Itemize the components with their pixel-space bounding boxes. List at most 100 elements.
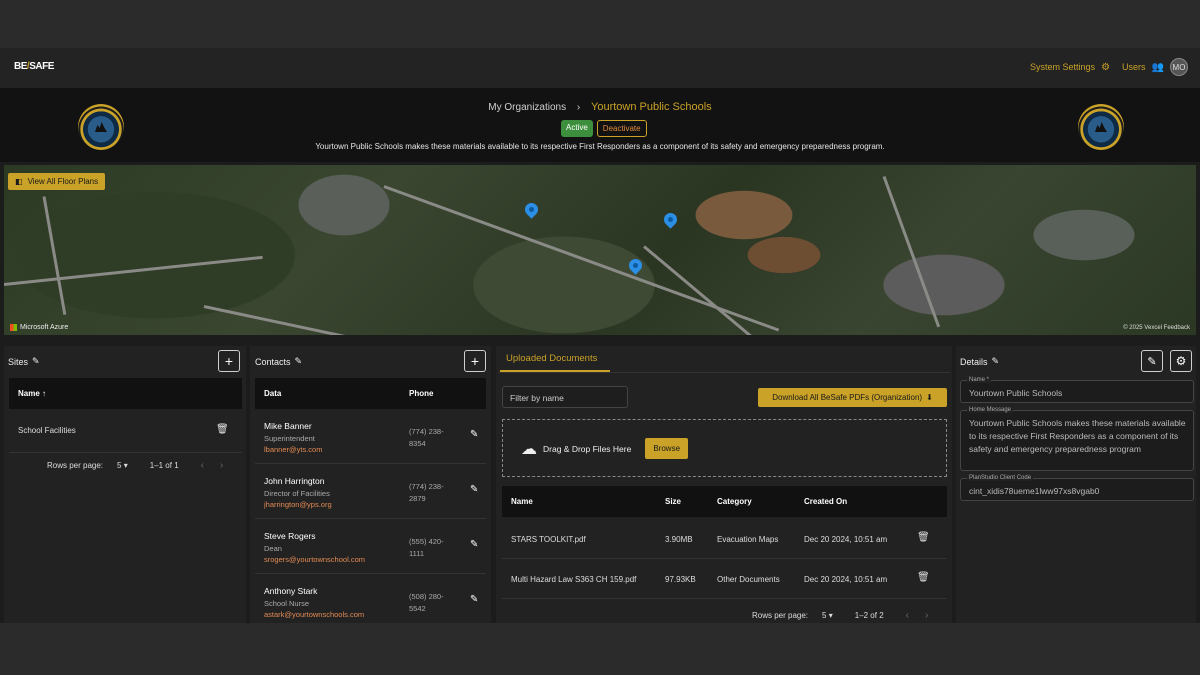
- table-row[interactable]: Multi Hazard Law S363 CH 159.pdf 97.93KB…: [502, 559, 947, 599]
- contact-name: John Harrington: [264, 476, 325, 486]
- users-icon[interactable]: 👥: [1152, 62, 1164, 73]
- rows-per-page-label: Rows per page:: [752, 611, 809, 620]
- pencil-icon[interactable]: ✎: [470, 539, 478, 550]
- app-window: BE/SAFE System Settings ⚙ Users 👥 MO My …: [0, 48, 1200, 623]
- org-message: Yourtown Public Schools makes these mate…: [315, 142, 885, 151]
- name-field-value: Yourtown Public Schools: [969, 388, 1063, 398]
- pencil-icon[interactable]: ✎: [470, 484, 478, 495]
- next-page-icon[interactable]: ›: [925, 610, 928, 621]
- contacts-column-data[interactable]: Data: [264, 389, 281, 398]
- view-all-floor-plans-button[interactable]: ◧ View All Floor Plans: [8, 173, 106, 190]
- breadcrumb: My Organizations › Yourtown Public Schoo…: [0, 101, 1200, 113]
- prev-page-icon[interactable]: ‹: [201, 460, 204, 471]
- table-row[interactable]: Steve Rogers Dean srogers@yourtownschool…: [255, 519, 486, 574]
- pencil-icon[interactable]: ✎: [470, 594, 478, 605]
- add-site-button[interactable]: +: [218, 350, 240, 372]
- documents-column-size[interactable]: Size: [665, 497, 681, 506]
- contacts-title-label: Contacts: [255, 356, 291, 367]
- filter-by-name-input[interactable]: Filter by name: [502, 386, 628, 408]
- rows-per-page-select[interactable]: 5 ▾: [822, 611, 833, 620]
- breadcrumb-my-organizations[interactable]: My Organizations: [488, 102, 566, 113]
- contact-role: School Nurse: [264, 599, 310, 608]
- add-contact-button[interactable]: +: [464, 350, 486, 372]
- deactivate-button[interactable]: Deactivate: [596, 120, 647, 137]
- contact-email[interactable]: lbanner@yts.com: [264, 445, 322, 454]
- site-pin-icon[interactable]: [661, 210, 680, 229]
- trash-icon[interactable]: 🗑: [917, 532, 930, 543]
- drop-text: Drag & Drop Files Here: [543, 443, 632, 454]
- download-all-pdfs-button[interactable]: Download All BeSafe PDFs (Organization) …: [758, 388, 947, 407]
- home-message-field[interactable]: Home Message Yourtown Public Schools mak…: [960, 407, 1194, 471]
- browse-button[interactable]: Browse: [645, 438, 689, 459]
- satellite-map[interactable]: ◧ View All Floor Plans Microsoft Azure ©…: [4, 165, 1196, 335]
- document-created: Dec 20 2024, 10:51 am: [804, 535, 888, 544]
- table-row[interactable]: STARS TOOLKIT.pdf 3.90MB Evacuation Maps…: [502, 519, 947, 559]
- document-category: Evacuation Maps: [717, 535, 779, 544]
- document-name[interactable]: Multi Hazard Law S363 CH 159.pdf: [511, 575, 636, 584]
- pencil-icon[interactable]: ✎: [295, 356, 303, 367]
- pencil-icon[interactable]: ✎: [32, 356, 40, 367]
- sites-panel: Sites ✎ + Name ↑ School Facilities 🗑 Row…: [4, 346, 246, 623]
- breadcrumb-separator: ›: [576, 102, 581, 113]
- rows-per-page-select[interactable]: 5 ▾: [117, 461, 128, 470]
- contact-phone: (508) 280-5542: [409, 592, 444, 613]
- rows-per-page-value: 5: [822, 611, 827, 620]
- documents-column-category[interactable]: Category: [717, 497, 752, 506]
- site-pin-icon[interactable]: [522, 200, 541, 219]
- download-icon: ⬇: [926, 393, 933, 402]
- sites-column-name[interactable]: Name ↑: [18, 389, 46, 398]
- map-road: [4, 255, 263, 286]
- table-row[interactable]: School Facilities 🗑: [9, 409, 242, 453]
- map-road: [203, 305, 381, 335]
- document-created: Dec 20 2024, 10:51 am: [804, 575, 888, 584]
- pencil-icon: ✎: [1147, 355, 1157, 368]
- cloud-upload-icon: ☁: [521, 440, 537, 458]
- details-title: Details ✎: [960, 356, 999, 367]
- status-badge: Active: [561, 120, 593, 137]
- tab-uploaded-documents[interactable]: Uploaded Documents: [506, 353, 597, 364]
- rows-per-page-label: Rows per page:: [47, 461, 104, 470]
- besafe-logo[interactable]: BE/SAFE: [14, 61, 54, 72]
- name-field[interactable]: Name * Yourtown Public Schools: [960, 377, 1194, 403]
- document-size: 97.93KB: [665, 575, 696, 584]
- active-tab-indicator: [500, 370, 610, 372]
- table-row[interactable]: Mike Banner Superintendent lbanner@yts.c…: [255, 409, 486, 464]
- home-message-value: Yourtown Public Schools makes these mate…: [969, 418, 1186, 454]
- table-row[interactable]: John Harrington Director of Facilities j…: [255, 464, 486, 519]
- users-link[interactable]: Users: [1122, 62, 1146, 72]
- details-settings-button[interactable]: ⚙: [1170, 350, 1192, 372]
- documents-pagination: Rows per page: 5 ▾ 1–2 of 2 ‹ ›: [752, 610, 928, 621]
- documents-column-name[interactable]: Name: [511, 497, 533, 506]
- contact-email[interactable]: astark@yourtownschools.com: [264, 610, 364, 619]
- file-dropzone[interactable]: ☁ Drag & Drop Files Here Browse: [502, 419, 947, 477]
- client-code-field[interactable]: PlanStudio Client Code cint_xidis78ueme1…: [960, 475, 1194, 501]
- documents-column-created[interactable]: Created On: [804, 497, 847, 506]
- map-provider-label: Microsoft Azure: [20, 324, 69, 331]
- map-attribution[interactable]: © 2025 Vexcel Feedback: [1123, 325, 1190, 331]
- site-pin-icon[interactable]: [626, 256, 645, 275]
- trash-icon[interactable]: 🗑: [216, 424, 229, 435]
- table-row[interactable]: Anthony Stark School Nurse astark@yourto…: [255, 574, 486, 629]
- pencil-icon[interactable]: ✎: [470, 429, 478, 440]
- next-page-icon[interactable]: ›: [220, 460, 223, 471]
- pencil-icon[interactable]: ✎: [992, 356, 1000, 367]
- contact-name: Mike Banner: [264, 421, 312, 431]
- download-all-label: Download All BeSafe PDFs (Organization): [772, 393, 923, 402]
- client-code-value: cint_xidis78ueme1lww97xs8vgab0: [969, 486, 1100, 496]
- system-settings-link[interactable]: System Settings: [1030, 62, 1095, 72]
- contacts-column-phone[interactable]: Phone: [409, 389, 433, 398]
- contact-phone: (774) 238-2879: [409, 482, 444, 503]
- gear-icon[interactable]: ⚙: [1101, 62, 1110, 73]
- contact-email[interactable]: jharrington@yps.org: [264, 500, 332, 509]
- avatar[interactable]: MO: [1170, 58, 1188, 76]
- prev-page-icon[interactable]: ‹: [906, 610, 909, 621]
- contact-email[interactable]: srogers@yourtownschool.com: [264, 555, 365, 564]
- site-name: School Facilities: [18, 426, 76, 435]
- map-road: [882, 175, 941, 328]
- contacts-panel: Contacts ✎ + Data Phone Mike Banner Supe…: [250, 346, 491, 623]
- sites-column-name-label: Name: [18, 389, 40, 398]
- trash-icon[interactable]: 🗑: [917, 572, 930, 583]
- contact-role: Dean: [264, 544, 282, 553]
- edit-details-button[interactable]: ✎: [1141, 350, 1163, 372]
- document-name[interactable]: STARS TOOLKIT.pdf: [511, 535, 586, 544]
